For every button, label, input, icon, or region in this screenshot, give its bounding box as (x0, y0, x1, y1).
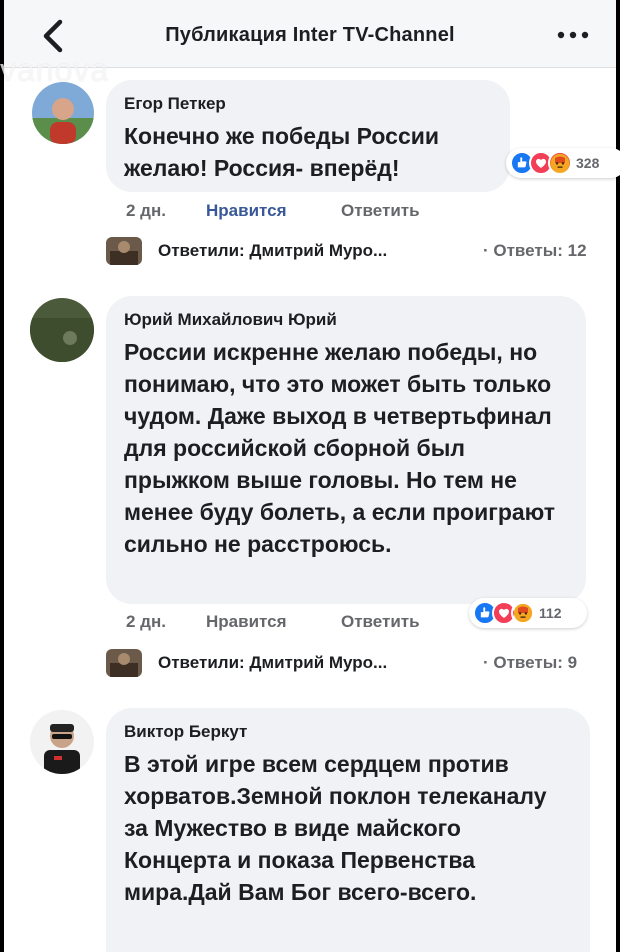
angry-reaction-icon (548, 151, 572, 175)
comment-text: В этой игре всем сердцем против хорватов… (124, 751, 547, 905)
left-frame-edge (0, 0, 4, 952)
replies-summary[interactable]: Ответили: Дмитрий Муро... · Ответы: 9 (106, 649, 606, 677)
comment-text: России искренне желаю победы, но понимаю… (124, 339, 556, 557)
replies-count: · Ответы: 9 (483, 653, 578, 672)
replies-label: Ответили: Дмитрий Муро... (158, 653, 388, 672)
avatar[interactable] (30, 710, 94, 774)
watermark: vanova (0, 52, 110, 88)
comment-bubble: Виктор Беркут В этой игре всем сердцем п… (106, 708, 590, 952)
reply-button[interactable]: Ответить (341, 612, 420, 632)
comment-actions: 2 дн. Нравится Ответить (126, 612, 466, 634)
avatar[interactable] (32, 82, 94, 144)
like-button[interactable]: Нравится (206, 201, 287, 221)
comment-author[interactable]: Виктор Беркут (124, 722, 572, 742)
like-button[interactable]: Нравится (206, 612, 287, 632)
reaction-count: 328 (576, 155, 600, 171)
comment-text: Конечно же победы России желаю! Россия- … (124, 123, 440, 181)
reply-avatar (106, 237, 142, 265)
reaction-summary[interactable]: 112 (469, 598, 587, 628)
replies-summary[interactable]: Ответили: Дмитрий Муро... · Ответы: 12 (106, 237, 606, 265)
comment-time: 2 дн. (126, 612, 166, 631)
reply-button[interactable]: Ответить (341, 201, 420, 221)
reaction-summary[interactable]: 328 (506, 148, 620, 178)
angry-reaction-icon (511, 601, 535, 625)
comment-bubble: Юрий Михайлович Юрий России искренне жел… (106, 296, 586, 604)
reaction-count: 112 (539, 605, 562, 621)
comment-actions: 2 дн. Нравится Ответить (126, 201, 466, 223)
avatar[interactable] (30, 298, 94, 362)
replies-count: · Ответы: 12 (483, 241, 587, 260)
comment-author[interactable]: Юрий Михайлович Юрий (124, 310, 568, 330)
reply-avatar (106, 649, 142, 677)
more-dots-icon[interactable] (556, 30, 590, 40)
comment-time: 2 дн. (126, 201, 166, 220)
right-frame-edge (616, 0, 620, 952)
replies-label: Ответили: Дмитрий Муро... (158, 241, 388, 260)
page-title: Публикация Inter TV-Channel (165, 24, 455, 46)
comment-author[interactable]: Егор Петкер (124, 94, 492, 114)
comment-bubble: Егор Петкер Конечно же победы России жел… (106, 80, 510, 192)
